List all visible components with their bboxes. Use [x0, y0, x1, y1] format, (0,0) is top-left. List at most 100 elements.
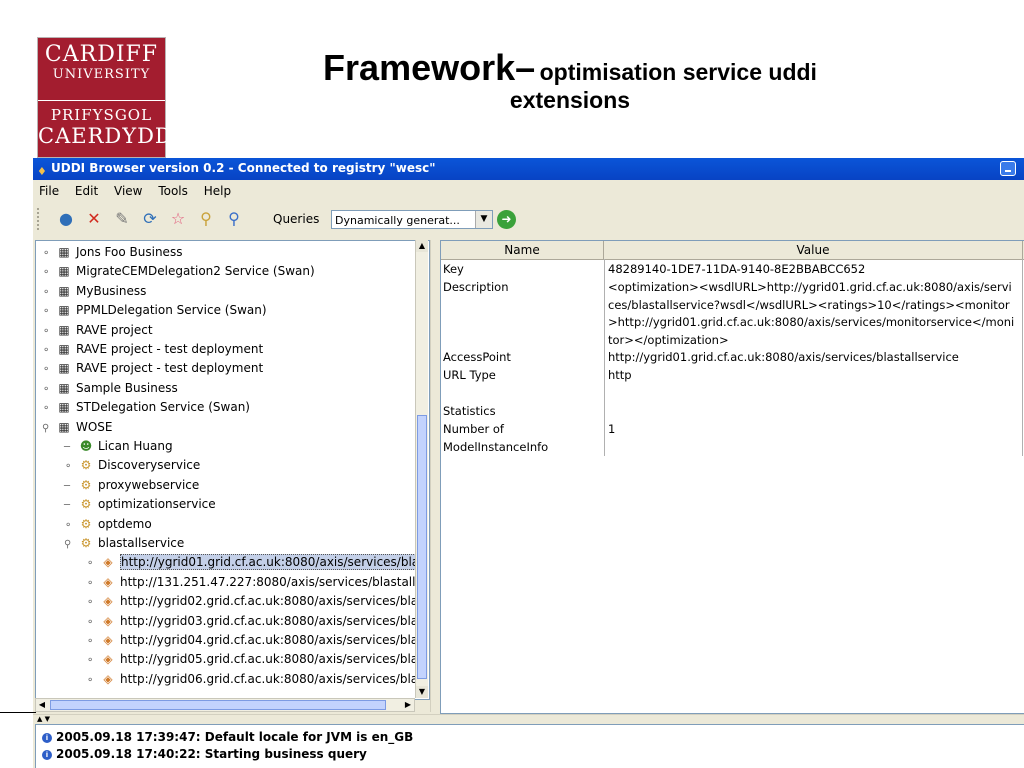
tree-item[interactable]: ⚬ ▦ RAVE project - test deployment: [42, 359, 263, 378]
slide-title-sub-line2: extensions: [509, 87, 631, 113]
binding-icon: ◈: [103, 594, 113, 609]
tree-item-label: RAVE project - test deployment: [76, 342, 264, 356]
search-icon[interactable]: ⚲: [195, 208, 217, 230]
column-header-name[interactable]: Name: [441, 241, 604, 259]
scroll-down-icon[interactable]: ▼: [416, 686, 428, 698]
expand-handle-icon[interactable]: ⚬: [42, 399, 56, 418]
expand-handle-icon[interactable]: ⚬: [86, 671, 100, 690]
scroll-right-icon[interactable]: ▶: [402, 699, 414, 711]
logo-line-4: CAERDYDD: [38, 124, 173, 148]
horizontal-scroll-thumb[interactable]: [50, 700, 386, 710]
tree-item[interactable]: ⚬ ▦ Sample Business: [42, 379, 178, 398]
expand-handle-icon[interactable]: ⚬: [86, 593, 100, 612]
expand-handle-icon[interactable]: ⚬: [42, 244, 56, 263]
tree-item-label: MigrateCEMDelegation2 Service (Swan): [76, 264, 315, 279]
slide-rule-line: [0, 712, 36, 713]
edit-icon[interactable]: ✎: [111, 208, 133, 230]
table-cell-name: Number of ModelInstanceInfo: [443, 422, 549, 454]
logo-top-band: CARDIFF UNIVERSITY: [38, 38, 165, 100]
pane-splitter[interactable]: [430, 240, 439, 712]
info-icon: i: [42, 750, 52, 760]
tree-item[interactable]: ⚲ ▦ WOSE: [42, 418, 113, 437]
expand-handle-icon[interactable]: ⚬: [42, 380, 56, 399]
go-arrow-icon[interactable]: ➜: [497, 210, 516, 229]
chevron-down-icon[interactable]: ▼: [475, 211, 492, 228]
tree-item-label: proxywebservice: [98, 477, 200, 492]
expand-handle-icon[interactable]: ⚬: [42, 263, 56, 282]
tree-item[interactable]: ⚬ ◈ http://131.251.47.227:8080/axis/servic…: [86, 573, 422, 592]
query-select[interactable]: Dynamically generat... ▼: [331, 210, 493, 229]
tree-item[interactable]: ─ ⚙ proxywebservice: [64, 476, 199, 495]
publish-icon[interactable]: ⟳: [139, 208, 161, 230]
tree-item[interactable]: ⚬ ▦ MyBusiness: [42, 282, 146, 301]
business-icon: ▦: [58, 283, 70, 298]
registry-tree: ⚬ ▦ Jons Foo Business ⚬ ▦ MigrateCEMDelegatio…: [35, 240, 430, 700]
tree-item-label: Discoveryservice: [98, 458, 201, 473]
tree-item[interactable]: ⚬ ◈ http://ygrid01.grid.cf.ac.uk:8080/axis…: [86, 553, 427, 573]
menu-file[interactable]: File: [39, 184, 59, 198]
tree-item[interactable]: ⚬ ▦ MigrateCEMDelegation2 Service (Swan): [42, 262, 315, 281]
tree-item-label: WOSE: [76, 419, 113, 434]
tree-item[interactable]: ⚬ ▦ RAVE project - test deployment: [42, 340, 263, 359]
toolbar-grip[interactable]: [37, 208, 43, 230]
cardiff-university-logo: CARDIFF UNIVERSITY PRIFYSGOL CAERDYDD: [37, 37, 173, 158]
tree-item[interactable]: ⚬ ◈ http://ygrid06.grid.cf.ac.uk:8080/axis…: [86, 670, 424, 689]
expand-handle-icon[interactable]: ⚬: [42, 322, 56, 341]
log-text: 2005.09.18 17:40:22: Starting business q…: [56, 747, 367, 761]
menu-tools[interactable]: Tools: [158, 184, 188, 198]
tree-item[interactable]: ⚬ ◈ http://ygrid04.grid.cf.ac.uk:8080/axis…: [86, 631, 424, 650]
slide-title: Framework– optimisation service uddi ext…: [200, 47, 940, 114]
person-icon: ☻: [79, 439, 93, 453]
scroll-thumb[interactable]: [417, 415, 427, 679]
tree-item[interactable]: ⚬ ⚙ optdemo: [64, 515, 152, 534]
tree-item[interactable]: ⚬ ◈ http://ygrid02.grid.cf.ac.uk:8080/axis…: [86, 592, 424, 611]
search-add-icon[interactable]: ⚲: [223, 208, 245, 230]
menu-view[interactable]: View: [114, 184, 142, 198]
window-titlebar[interactable]: ♦ UDDI Browser version 0.2 - Connected t…: [33, 158, 1024, 180]
scroll-up-icon[interactable]: ▲: [416, 240, 428, 252]
expand-handle-icon[interactable]: ⚬: [86, 632, 100, 651]
collapse-handle-icon[interactable]: ⚲: [64, 535, 78, 554]
log-splitter[interactable]: ▲ ▼: [33, 714, 1024, 723]
logo-line-2: UNIVERSITY: [52, 67, 151, 82]
minimize-button[interactable]: [1000, 161, 1016, 176]
expand-handle-icon[interactable]: ⚬: [42, 302, 56, 321]
expand-handle-icon[interactable]: ⚬: [64, 516, 78, 535]
binding-icon: ◈: [103, 574, 113, 589]
tree-vertical-scrollbar[interactable]: ▲ ▼: [415, 240, 428, 698]
tree-item[interactable]: ⚬ ▦ RAVE project: [42, 321, 153, 340]
globe-icon[interactable]: ●: [55, 208, 77, 230]
expand-handle-icon[interactable]: ⚬: [42, 360, 56, 379]
scroll-left-icon[interactable]: ◀: [36, 699, 48, 711]
tree-item[interactable]: ⚬ ⚙ Discoveryservice: [64, 456, 200, 475]
tree-item[interactable]: ⚬ ◈ http://ygrid03.grid.cf.ac.uk:8080/axis…: [86, 612, 424, 631]
menu-help[interactable]: Help: [204, 184, 231, 198]
collapse-handle-icon[interactable]: ⚲: [42, 419, 56, 438]
slide-title-main: Framework–: [323, 47, 536, 88]
tree-item-label: Sample Business: [76, 380, 178, 395]
tree-item-label: http://ygrid01.grid.cf.ac.uk:8080/axis/s…: [120, 554, 427, 571]
bookmark-icon[interactable]: ☆: [167, 208, 189, 230]
menu-edit[interactable]: Edit: [75, 184, 98, 198]
binding-icon: ◈: [103, 652, 113, 667]
delete-icon[interactable]: ✕: [83, 208, 105, 230]
tree-item[interactable]: ⚬ ▦ Jons Foo Business: [42, 243, 182, 262]
expand-handle-icon[interactable]: ⚬: [86, 574, 100, 593]
tree-item[interactable]: ─ ☻ Lican Huang: [64, 437, 173, 456]
expand-handle-icon[interactable]: ⚬: [42, 283, 56, 302]
tree-item[interactable]: ─ ⚙ optimizationservice: [64, 495, 216, 514]
tree-item[interactable]: ⚬ ▦ PPMLDelegation Service (Swan): [42, 301, 267, 320]
service-gear-icon: ⚙: [80, 497, 92, 512]
column-header-value[interactable]: Value: [604, 241, 1023, 259]
expand-handle-icon[interactable]: ⚬: [86, 554, 100, 573]
tree-item[interactable]: ⚲ ⚙ blastallservice: [64, 534, 184, 553]
expand-handle-icon[interactable]: ⚬: [64, 457, 78, 476]
tree-item[interactable]: ⚬ ▦ STDelegation Service (Swan): [42, 398, 250, 417]
table-cell-value: 48289140-1DE7-11DA-9140-8E2BBABCC652: [608, 262, 866, 276]
expand-handle-icon[interactable]: ⚬: [42, 341, 56, 360]
app-icon: ♦: [37, 165, 47, 178]
expand-handle-icon[interactable]: ⚬: [86, 651, 100, 670]
expand-handle-icon[interactable]: ⚬: [86, 613, 100, 632]
tree-horizontal-scrollbar[interactable]: ◀ ▶: [35, 698, 415, 712]
tree-item[interactable]: ⚬ ◈ http://ygrid05.grid.cf.ac.uk:8080/axis…: [86, 650, 424, 669]
